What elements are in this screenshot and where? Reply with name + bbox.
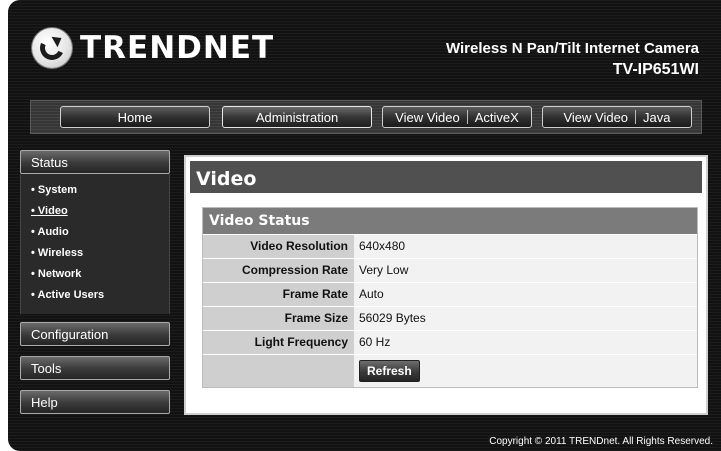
sidebar-item-system[interactable]: • System — [21, 180, 169, 201]
copyright-text: Copyright © 2011 TRENDnet. All Rights Re… — [489, 436, 713, 447]
table-row: Refresh — [203, 354, 697, 387]
nav-administration-button[interactable]: Administration — [222, 106, 372, 128]
camera-title: Wireless N Pan/Tilt Internet Camera TV-I… — [446, 40, 699, 79]
nav-java-label-b: Java — [643, 110, 671, 125]
sidebar-configuration-label: Configuration — [31, 327, 109, 342]
content-panel: Video Video Status Video Resolution 640x… — [184, 155, 708, 415]
row-value: 640x480 — [354, 235, 697, 258]
sidebar-item-label: Wireless — [37, 247, 84, 259]
table-row: Frame Size 56029 Bytes — [203, 306, 697, 330]
page-frame: TRENDNET Wireless N Pan/Tilt Internet Ca… — [8, 0, 721, 451]
sidebar-configuration-button[interactable]: Configuration — [20, 322, 170, 346]
row-value: 56029 Bytes — [354, 307, 697, 330]
trendnet-logo: TRENDNET — [32, 26, 274, 70]
table-row: Light Frequency 60 Hz — [203, 330, 697, 354]
section-title: Video Status — [203, 208, 697, 234]
sidebar-item-label: Audio — [37, 226, 69, 238]
table-row: Frame Rate Auto — [203, 282, 697, 306]
row-label: Compression Rate — [203, 259, 354, 282]
logo-icon — [32, 28, 72, 68]
separator — [466, 110, 468, 124]
row-label-empty — [203, 355, 354, 387]
nav-home-button[interactable]: Home — [60, 106, 210, 128]
nav-view-video-activex-button[interactable]: View Video ActiveX — [382, 106, 532, 128]
product-line: Wireless N Pan/Tilt Internet Camera — [445, 40, 699, 57]
model-number: TV-IP651WI — [612, 61, 699, 78]
sidebar-item-label: System — [37, 184, 78, 196]
nav-home-label: Home — [117, 110, 153, 125]
page-title: Video — [190, 161, 702, 193]
sidebar-item-label: Network — [37, 268, 82, 280]
row-label: Video Resolution — [203, 235, 354, 258]
sidebar-item-audio[interactable]: • Audio — [21, 222, 169, 243]
sidebar-help-label: Help — [31, 395, 58, 410]
nav-activex-label-b: ActiveX — [474, 110, 519, 125]
row-label: Light Frequency — [203, 331, 354, 354]
sidebar-tools-button[interactable]: Tools — [20, 356, 170, 380]
status-submenu: • System • Video • Audio • Wireless • Ne… — [20, 174, 170, 314]
nav-view-video-java-button[interactable]: View Video Java — [542, 106, 692, 128]
sidebar-item-network[interactable]: • Network — [21, 264, 169, 285]
nav-administration-label: Administration — [255, 110, 339, 125]
table-row: Compression Rate Very Low — [203, 258, 697, 282]
nav-activex-label-a: View Video — [395, 110, 460, 125]
sidebar-tools-label: Tools — [31, 361, 62, 376]
sidebar-item-video[interactable]: • Video — [21, 201, 169, 222]
row-label: Frame Rate — [203, 283, 354, 306]
video-status-table: Video Status Video Resolution 640x480 Co… — [202, 207, 698, 388]
logo-text: TRENDNET — [80, 30, 275, 66]
row-label: Frame Size — [203, 307, 354, 330]
sidebar-item-wireless[interactable]: • Wireless — [21, 243, 169, 264]
separator — [635, 110, 637, 124]
row-value: Very Low — [354, 259, 697, 282]
sidebar-status-button[interactable]: Status — [20, 150, 170, 174]
sidebar-item-label: Active Users — [37, 289, 105, 301]
sidebar-item-label: Video — [37, 205, 68, 217]
row-value: 60 Hz — [354, 331, 697, 354]
sidebar-help-button[interactable]: Help — [20, 390, 170, 414]
refresh-button[interactable]: Refresh — [359, 360, 420, 382]
row-value: Auto — [354, 283, 697, 306]
nav-java-label-a: View Video — [563, 110, 629, 125]
table-row: Video Resolution 640x480 — [203, 234, 697, 258]
sidebar-status-label: Status — [31, 155, 68, 170]
sidebar: Status • System • Video • Audio • Wirele… — [20, 150, 170, 414]
row-value: Refresh — [354, 355, 697, 387]
sidebar-item-active-users[interactable]: • Active Users — [21, 285, 169, 306]
top-nav: Home Administration View Video ActiveX Vi… — [30, 100, 702, 134]
